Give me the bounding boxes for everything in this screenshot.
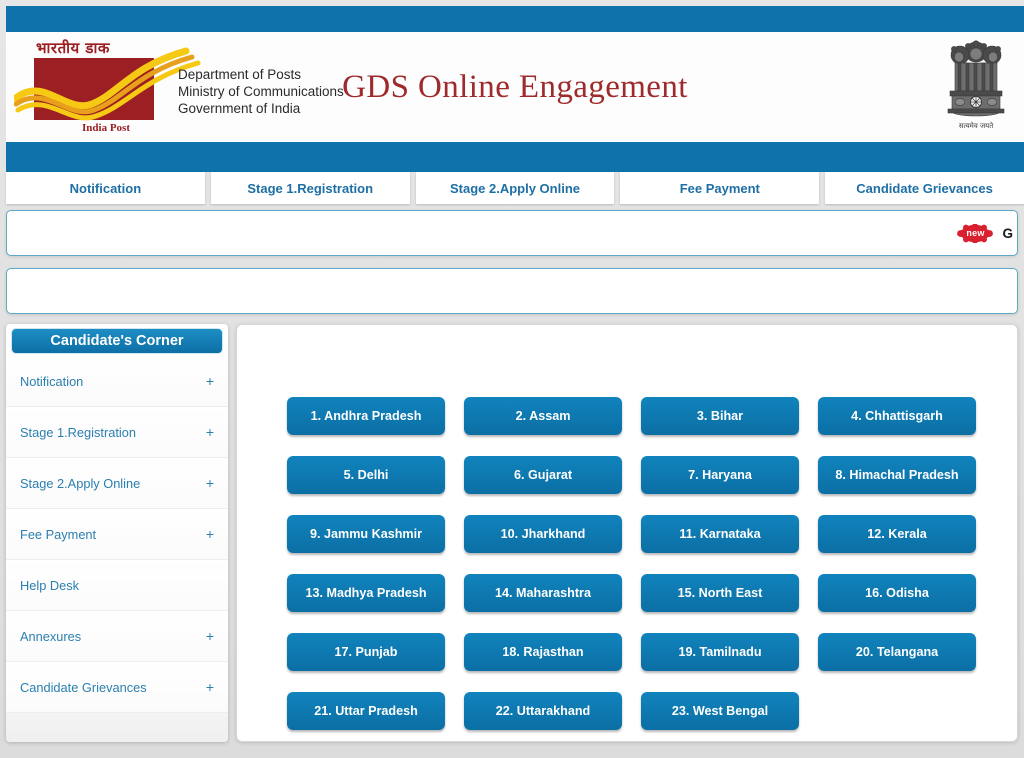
sidebar-item-help-desk[interactable]: Help Desk [6,560,228,611]
state-button-delhi[interactable]: 5. Delhi [287,456,445,494]
candidates-corner-sidebar: Candidate's Corner Notification + Stage … [6,324,228,742]
page-root: भारतीय डाक India Post Department of Post… [0,0,1024,758]
sidebar-item-label: Stage 1.Registration [20,424,136,440]
india-post-logo[interactable]: भारतीय डाक India Post Department of Post… [12,34,379,140]
sidebar-item-label: Help Desk [20,577,80,593]
site-header: भारतीय डाक India Post Department of Post… [6,32,1024,142]
state-button-madhya-pradesh[interactable]: 13. Madhya Pradesh [287,574,445,612]
department-line-3: Government of India [178,101,301,116]
state-button-punjab[interactable]: 17. Punjab [287,633,445,671]
sidebar-item-stage-1-registration[interactable]: Stage 1.Registration + [6,407,228,458]
tab-stage-2-apply-online[interactable]: Stage 2.Apply Online [415,172,615,204]
tab-notification[interactable]: Notification [6,172,205,204]
emblem-caption: सत्यमेव जयते [958,122,994,130]
marquee-panel: new G [6,210,1018,256]
state-button-telangana[interactable]: 20. Telangana [818,633,976,671]
state-button-himachal-pradesh[interactable]: 8. Himachal Pradesh [818,456,976,494]
state-button-kerala[interactable]: 12. Kerala [818,515,976,553]
sidebar-item-label: Notification [20,373,84,389]
new-badge-label: new [966,228,985,238]
main-navigation: Notification Stage 1.Registration Stage … [6,172,1024,204]
state-button-bihar[interactable]: 3. Bihar [641,397,799,435]
marquee-text: G [1002,225,1013,241]
sidebar-header[interactable]: Candidate's Corner [11,328,223,354]
marquee-content: new G [956,211,1013,255]
sidebar-item-notification[interactable]: Notification + [6,356,228,407]
expand-plus-icon[interactable]: + [206,680,214,694]
sidebar-item-label: Fee Payment [20,526,97,542]
tab-candidate-grievances[interactable]: Candidate Grievances [825,172,1024,204]
sidebar-item-label: Candidate Grievances [20,679,147,695]
nav-blue-band [6,142,1024,172]
state-button-haryana[interactable]: 7. Haryana [641,456,799,494]
state-button-assam[interactable]: 2. Assam [464,397,622,435]
sidebar-item-fee-payment[interactable]: Fee Payment + [6,509,228,560]
state-button-gujarat[interactable]: 6. Gujarat [464,456,622,494]
secondary-panel [6,268,1018,314]
state-circle-grid: 1. Andhra Pradesh 2. Assam 3. Bihar 4. C… [287,397,977,730]
tab-stage-1-registration[interactable]: Stage 1.Registration [210,172,410,204]
expand-plus-icon[interactable]: + [206,629,214,643]
content-panel: 1. Andhra Pradesh 2. Assam 3. Bihar 4. C… [236,324,1018,742]
state-button-west-bengal[interactable]: 23. West Bengal [641,692,799,730]
new-badge-icon: new [956,223,994,243]
sidebar-item-label: Annexures [20,628,82,644]
expand-plus-icon[interactable]: + [206,476,214,490]
state-button-jharkhand[interactable]: 10. Jharkhand [464,515,622,553]
department-line-1: Department of Posts [178,67,302,82]
state-button-north-east[interactable]: 15. North East [641,574,799,612]
sidebar-item-annexures[interactable]: Annexures + [6,611,228,662]
sidebar-item-stage-2-apply-online[interactable]: Stage 2.Apply Online + [6,458,228,509]
sidebar-item-label: Stage 2.Apply Online [20,475,141,491]
state-button-maharashtra[interactable]: 14. Maharashtra [464,574,622,612]
department-text: Department of Posts Ministry of Communic… [178,66,344,117]
state-button-andhra-pradesh[interactable]: 1. Andhra Pradesh [287,397,445,435]
expand-plus-icon[interactable]: + [206,425,214,439]
sidebar-footer [6,713,228,742]
state-button-rajasthan[interactable]: 18. Rajasthan [464,633,622,671]
state-button-tamilnadu[interactable]: 19. Tamilnadu [641,633,799,671]
tab-fee-payment[interactable]: Fee Payment [620,172,820,204]
national-emblem: सत्यमेव जयते [940,35,1012,139]
state-button-uttarakhand[interactable]: 22. Uttarakhand [464,692,622,730]
ashoka-emblem-icon [947,40,1005,117]
department-line-2: Ministry of Communications [178,84,344,99]
state-button-odisha[interactable]: 16. Odisha [818,574,976,612]
expand-plus-icon[interactable]: + [206,527,214,541]
state-button-karnataka[interactable]: 11. Karnataka [641,515,799,553]
logo-india-post-text: India Post [82,122,130,134]
state-button-chhattisgarh[interactable]: 4. Chhattisgarh [818,397,976,435]
sidebar-item-candidate-grievances[interactable]: Candidate Grievances + [6,662,228,713]
state-button-uttar-pradesh[interactable]: 21. Uttar Pradesh [287,692,445,730]
state-button-jammu-kashmir[interactable]: 9. Jammu Kashmir [287,515,445,553]
top-blue-band [6,6,1024,32]
sidebar-list: Notification + Stage 1.Registration + St… [6,356,228,713]
expand-plus-icon[interactable]: + [206,374,214,388]
